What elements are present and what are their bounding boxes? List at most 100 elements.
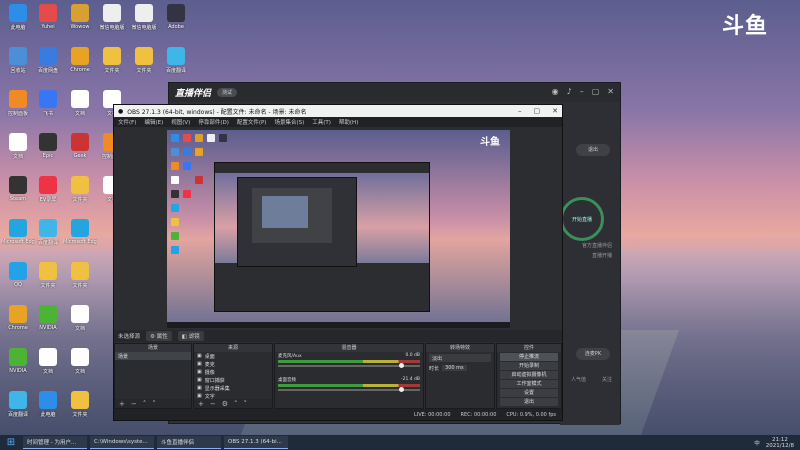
up-icon[interactable]: ˄ (234, 400, 238, 408)
settings-button[interactable]: 设置 (500, 389, 558, 397)
taskbar-item[interactable]: 斗鱼直播伴侣 (157, 436, 221, 449)
desktop-icon[interactable]: 微信电脑版 (96, 4, 128, 40)
desktop-icon[interactable]: Chrome (2, 305, 34, 341)
clock[interactable]: 21:12 2021/12/8 (766, 437, 794, 449)
remove-icon[interactable]: − (131, 400, 137, 408)
desktop-icon[interactable]: QQ (2, 262, 34, 298)
desktop-icon[interactable]: 飞书 (32, 90, 64, 126)
properties-button[interactable]: ⚙ 属性 (146, 331, 172, 341)
minimize-icon[interactable]: – (518, 107, 522, 115)
avatar-icon[interactable]: ◉ (552, 87, 559, 96)
desktop-icon[interactable]: 此电脑 (2, 4, 34, 40)
taskbar-item[interactable]: 时间管理 - 为用户... (23, 436, 87, 449)
desktop-icon[interactable]: Geek (64, 133, 96, 169)
windows-start-icon[interactable]: ⊞ (2, 436, 20, 449)
menu-file[interactable]: 文件(F) (118, 118, 136, 126)
exit-obs-button[interactable]: 退出 (500, 398, 558, 406)
desktop-icon[interactable]: Microsoft Edge (63, 219, 97, 255)
remove-icon[interactable]: − (210, 400, 216, 408)
desktop-icon[interactable]: 文件夹 (96, 47, 128, 83)
exit-button[interactable]: 退出 (576, 144, 610, 156)
taskbar-item[interactable]: C:\Windows\syste... (90, 436, 154, 449)
desktop-icon[interactable]: Chrome (64, 47, 96, 83)
volume-slider[interactable] (278, 363, 420, 368)
mixer-channel: 麦克风/Aux 0.0 dB (275, 352, 423, 368)
desktop-icon[interactable]: 回收站 (2, 47, 34, 83)
bell-icon[interactable]: ♪ (567, 87, 572, 96)
no-source-label: 未选择源 (118, 334, 141, 340)
start-live-button[interactable]: 开始直播 (560, 197, 604, 241)
stop-streaming-button[interactable]: 停止推流 (500, 353, 558, 361)
menu-tools[interactable]: 工具(T) (312, 118, 331, 126)
down-icon[interactable]: ˅ (152, 400, 156, 408)
desktop-icon[interactable]: NVIDIA (2, 348, 34, 384)
desktop-icon[interactable]: 微信电脑版 (128, 4, 160, 40)
source-item[interactable]: ▣ 桌面 (194, 352, 272, 360)
desktop-icon[interactable]: Wowow (64, 4, 96, 40)
up-icon[interactable]: ˄ (143, 400, 147, 408)
desktop-icon[interactable]: Epic (32, 133, 64, 169)
desktop-icon[interactable]: 文档 (64, 305, 96, 341)
desktop-icon[interactable]: 此电脑 (32, 391, 64, 427)
transition-select[interactable]: 淡出 (429, 354, 491, 362)
maximize-icon[interactable]: ▢ (534, 107, 541, 115)
live-timer: LIVE: 00:00:00 (413, 411, 451, 418)
cpu-usage: CPU: 0.9%, 0.00 fps (506, 411, 556, 418)
studio-mode-button[interactable]: 工作室模式 (500, 380, 558, 388)
desktop-icon[interactable]: 文件夹 (64, 176, 96, 212)
virtual-camera-button[interactable]: 启动虚拟摄像机 (500, 371, 558, 379)
scenes-footer: + − ˄ ˅ (115, 399, 191, 408)
transition-duration[interactable]: 时长 300 ms (426, 364, 494, 372)
add-icon[interactable]: + (119, 400, 125, 408)
desktop-icon[interactable]: 文件夹 (64, 391, 96, 427)
gear-icon[interactable]: ⚙ (222, 400, 228, 408)
obs-statusbar: LIVE: 00:00:00 REC: 00:00:00 CPU: 0.9%, … (114, 409, 562, 420)
desktop-icon[interactable]: Microsoft Edge (1, 219, 35, 255)
nested-helper-window (214, 162, 430, 312)
filters-button[interactable]: ◧ 滤镜 (177, 331, 204, 341)
ime-indicator[interactable]: 中 (754, 439, 760, 447)
obs-preview[interactable]: 斗鱼 (167, 130, 510, 328)
minimize-icon[interactable]: – (580, 87, 584, 96)
desktop-icon[interactable]: 文档 (2, 133, 34, 169)
menu-help[interactable]: 帮助(H) (339, 118, 358, 126)
menu-edit[interactable]: 编辑(E) (144, 118, 163, 126)
desktop-icon[interactable]: 百度翻译 (160, 47, 192, 83)
sources-header: 来源 (194, 344, 272, 352)
desktop-icon[interactable]: Yuhei (32, 4, 64, 40)
desktop-icon[interactable]: 百度网盘 (32, 47, 64, 83)
lianmai-button[interactable]: 连麦PK (576, 348, 610, 360)
taskbar-item[interactable]: OBS 27.1.3 (64-bi... (224, 436, 288, 449)
desktop-icon[interactable]: EV录屏 (32, 176, 64, 212)
menu-scene-collection[interactable]: 场景集合(S) (274, 118, 304, 126)
desktop-icon[interactable]: 文件夹 (128, 47, 160, 83)
down-icon[interactable]: ˅ (244, 400, 248, 408)
add-icon[interactable]: + (198, 400, 204, 408)
volume-slider[interactable] (278, 387, 420, 392)
desktop-icon[interactable]: 控制面板 (2, 90, 34, 126)
desktop-icon[interactable]: 百度翻译 (2, 391, 34, 427)
desktop-icon[interactable]: 文档 (64, 348, 96, 384)
desktop-icon[interactable]: 文件夹 (64, 262, 96, 298)
source-item[interactable]: ▣ 窗口捕获 (194, 376, 272, 384)
source-item[interactable]: ▣ 显示器采集 (194, 384, 272, 392)
menu-docks[interactable]: 停靠部件(D) (198, 118, 229, 126)
source-item[interactable]: ▣ 摄像 (194, 368, 272, 376)
desktop-icon[interactable]: NVIDIA (32, 305, 64, 341)
menu-profile[interactable]: 配置文件(P) (237, 118, 267, 126)
close-icon[interactable]: ✕ (552, 107, 558, 115)
stat-popularity: 人气值 (570, 377, 586, 383)
source-item[interactable]: ▣ 麦克 (194, 360, 272, 368)
start-recording-button[interactable]: 开始录制 (500, 362, 558, 370)
desktop-icon[interactable]: 文档 (64, 90, 96, 126)
menu-view[interactable]: 视图(V) (171, 118, 190, 126)
obs-logo-icon: ● (118, 107, 124, 115)
desktop-icon[interactable]: Steam (2, 176, 34, 212)
maximize-icon[interactable]: ▢ (592, 87, 600, 96)
desktop-icon[interactable]: 文档 (32, 348, 64, 384)
desktop-icon[interactable]: 百度翻译 (32, 219, 64, 255)
desktop-icon[interactable]: 文件夹 (32, 262, 64, 298)
close-icon[interactable]: ✕ (607, 87, 614, 96)
scene-item[interactable]: 场景 (115, 352, 191, 360)
desktop-icon[interactable]: Adobe (160, 4, 192, 40)
